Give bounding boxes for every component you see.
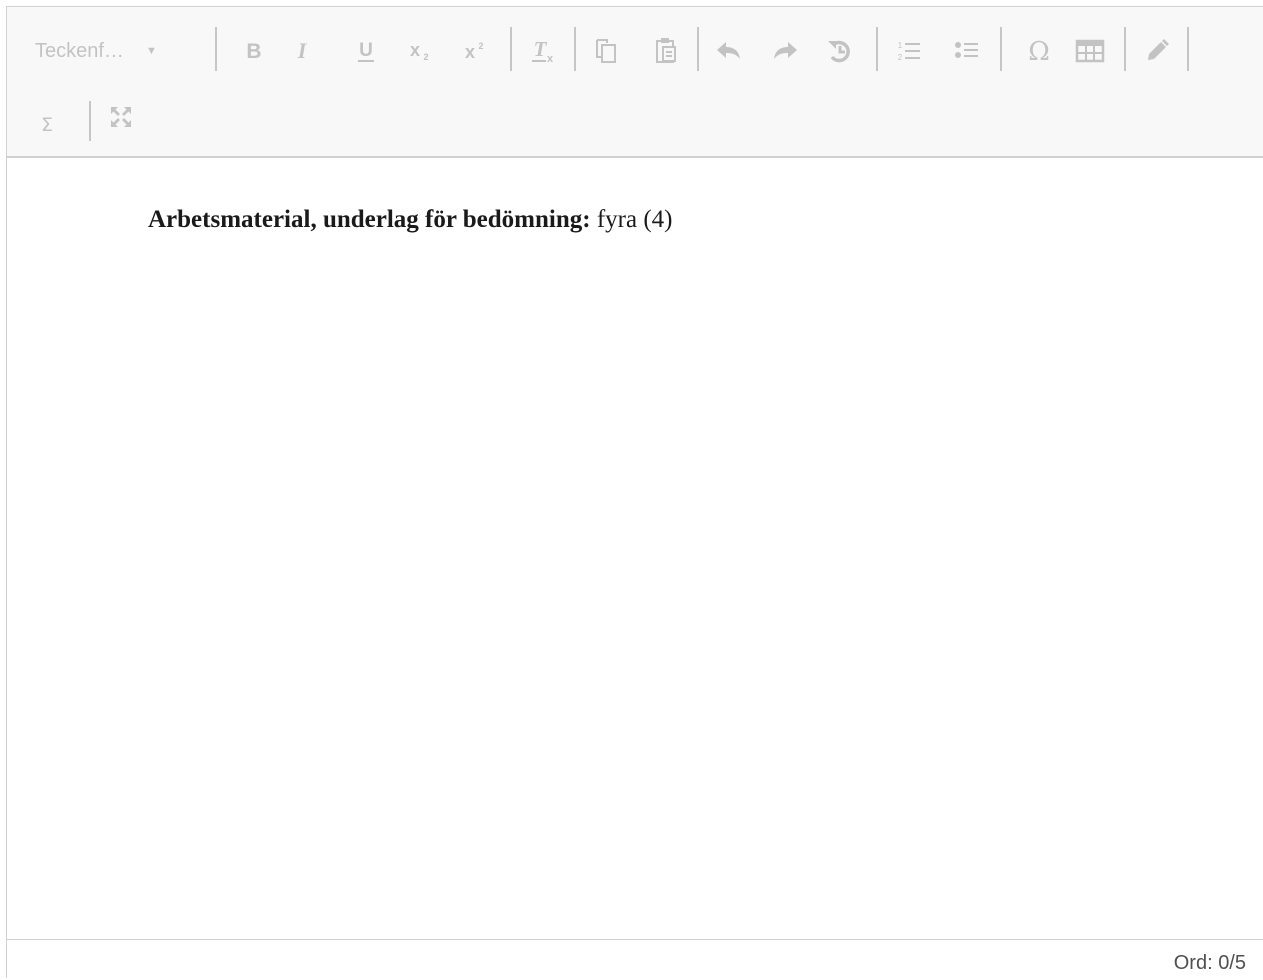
italic-icon: I: [297, 39, 308, 63]
font-family-label: Teckenf…: [35, 39, 124, 62]
svg-text:U: U: [359, 40, 373, 61]
fullscreen-icon: [111, 107, 131, 127]
content-paragraph: Arbetsmaterial, underlag för bedömning: …: [148, 206, 672, 234]
svg-text:x: x: [410, 40, 420, 60]
editor-toolbar: Teckenf… ▼ B I U x 2 x 2 T x 1 2 Ω Σ: [7, 7, 1263, 158]
word-count: Ord: 0/5: [1173, 952, 1246, 974]
bullet-list-button[interactable]: [947, 31, 987, 71]
sigma-icon: Σ: [41, 114, 53, 136]
rich-text-editor: Teckenf… ▼ B I U x 2 x 2 T x 1 2 Ω Σ Arb…: [6, 6, 1263, 980]
bold-button[interactable]: B: [234, 31, 274, 71]
numbered-list-button[interactable]: 1 2: [889, 31, 929, 71]
redo-button[interactable]: [765, 31, 805, 71]
svg-text:1: 1: [898, 41, 903, 50]
fullscreen-button[interactable]: [104, 100, 138, 134]
table-button[interactable]: [1070, 31, 1110, 71]
font-family-dropdown[interactable]: Teckenf… ▼: [35, 31, 215, 71]
svg-text:x: x: [465, 42, 475, 62]
toolbar-separator: [1124, 27, 1126, 71]
underline-icon: U: [358, 40, 374, 62]
undo-button[interactable]: [709, 31, 749, 71]
svg-text:B: B: [246, 40, 261, 63]
editor-statusbar: Ord: 0/5: [7, 939, 1263, 980]
special-character-button[interactable]: Ω: [1019, 31, 1059, 71]
superscript-icon: x 2: [465, 41, 484, 62]
svg-text:2: 2: [478, 41, 483, 51]
omega-icon: Ω: [1028, 37, 1050, 65]
svg-text:T: T: [534, 37, 548, 61]
restore-button[interactable]: [820, 31, 860, 71]
table-icon: [1075, 39, 1105, 63]
redo-icon: [774, 42, 797, 59]
toolbar-separator: [215, 27, 217, 71]
chevron-down-icon: ▼: [145, 45, 157, 57]
remove-format-icon: T x: [532, 37, 554, 65]
pencil-icon: [1148, 39, 1169, 60]
underline-button[interactable]: U: [346, 31, 386, 71]
paste-button[interactable]: [647, 31, 687, 71]
numbered-list-icon: 1 2: [898, 41, 920, 62]
svg-text:2: 2: [423, 52, 428, 62]
paste-icon: [656, 38, 676, 63]
italic-button[interactable]: I: [282, 31, 322, 71]
toolbar-separator: [1000, 27, 1002, 71]
history-icon: [828, 40, 850, 63]
remove-format-button[interactable]: T x: [523, 31, 563, 71]
undo-icon: [717, 42, 740, 59]
toolbar-separator: [574, 27, 576, 71]
toolbar-separator: [1187, 27, 1189, 71]
toolbar-separator: [697, 27, 699, 71]
svg-text:2: 2: [898, 53, 903, 62]
editor-content-area[interactable]: Arbetsmaterial, underlag för bedömning: …: [7, 158, 1263, 939]
draw-button[interactable]: [1137, 31, 1177, 71]
subscript-icon: x 2: [410, 40, 429, 62]
copy-button[interactable]: [586, 31, 626, 71]
toolbar-separator: [876, 27, 878, 71]
svg-text:x: x: [547, 53, 554, 65]
math-button[interactable]: Σ: [29, 103, 65, 143]
toolbar-separator: [89, 101, 91, 141]
answer-text: fyra (4): [596, 206, 673, 233]
superscript-button[interactable]: x 2: [454, 31, 494, 71]
subscript-button[interactable]: x 2: [399, 31, 439, 71]
svg-text:Ω: Ω: [1028, 37, 1050, 65]
copy-icon: [596, 39, 616, 63]
toolbar-separator: [510, 27, 512, 71]
svg-text:Σ: Σ: [41, 114, 53, 136]
bold-icon: B: [246, 40, 261, 63]
bullet-list-icon: [955, 42, 978, 58]
svg-text:I: I: [297, 39, 308, 63]
heading-bold-text: Arbetsmaterial, underlag för bedömning:: [148, 206, 591, 233]
